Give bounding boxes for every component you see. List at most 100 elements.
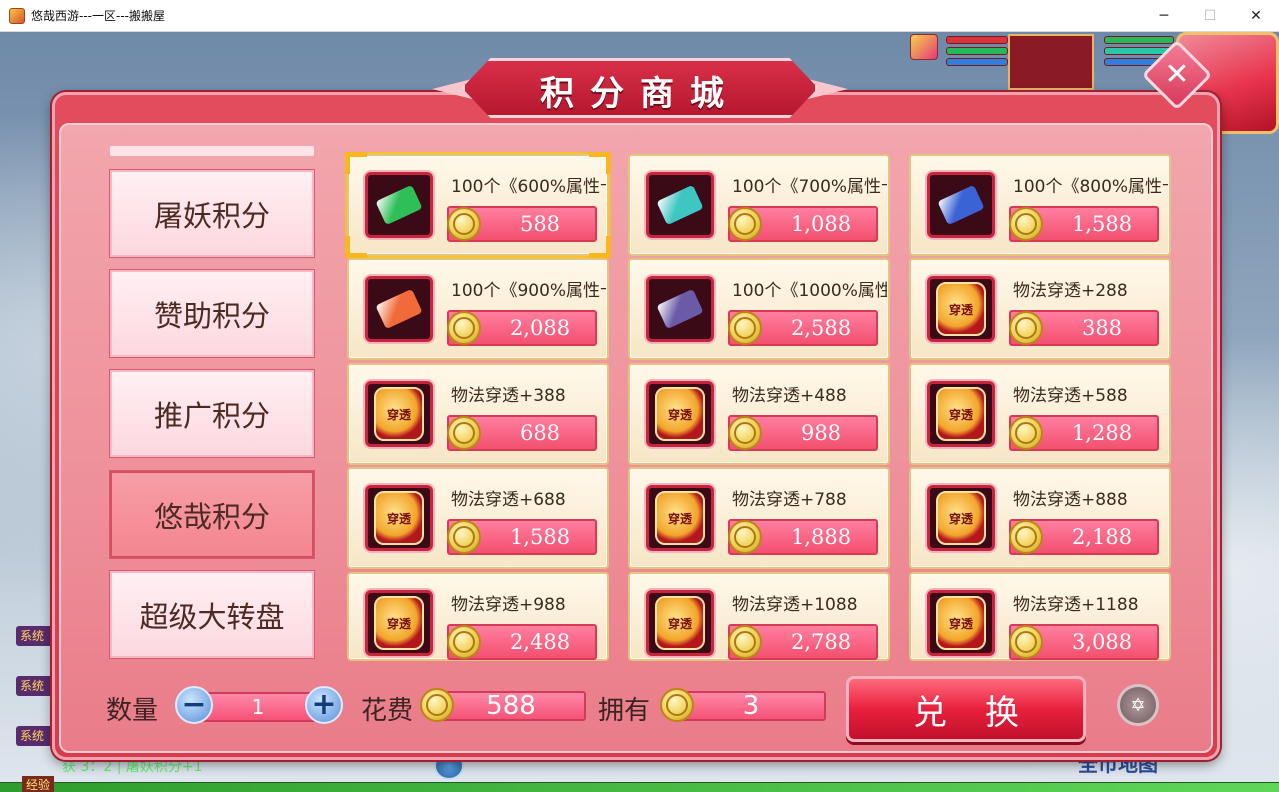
item-name: 物法穿透+888 [1013,490,1128,510]
item-card[interactable]: 穿透 物法穿透+1088 2,788 [628,572,890,661]
item-icon-frame: 穿透 [365,381,433,447]
decrease-quantity-button[interactable]: − [175,686,213,724]
player-hp-bar [1104,36,1174,44]
owned-label: 拥有 [598,696,651,726]
coin-icon [1009,520,1043,554]
coin-icon [728,520,762,554]
item-card[interactable]: 穿透 物法穿透+688 1,588 [347,467,609,569]
item-price: 988 [800,421,842,445]
item-icon-frame [927,172,995,238]
item-card[interactable]: 穿透 物法穿透+788 1,888 [628,467,890,569]
item-icon-frame: 穿透 [927,381,995,447]
penetration-token-icon: 穿透 [936,596,986,650]
coin-icon [728,625,762,659]
owned-value: 3 [742,691,760,721]
item-price: 388 [1081,316,1123,340]
item-price: 1,288 [1071,421,1133,445]
side-menu-item[interactable]: 赞助积分 [110,270,314,357]
window-close-button[interactable]: ✕ [1233,0,1279,32]
item-icon-frame: 穿透 [646,381,714,447]
item-card[interactable]: 100个《600%属性卡 588 [345,152,611,258]
item-card[interactable]: 穿透 物法穿透+888 2,188 [909,467,1171,569]
coin-icon [447,520,481,554]
item-name: 物法穿透+788 [732,490,847,510]
coin-icon [447,625,481,659]
item-price-bar: 2,488 [447,624,597,660]
item-name: 物法穿透+988 [451,595,566,615]
exchange-button[interactable]: 兑换 [846,676,1086,742]
side-menu-item[interactable]: 推广积分 [110,370,314,457]
star-icon[interactable]: ✡ [1117,684,1159,726]
item-price-bar: 2,188 [1009,519,1159,555]
item-name: 物法穿透+1188 [1013,595,1139,615]
coin-icon [447,207,481,241]
item-name: 物法穿透+588 [1013,386,1128,406]
item-price-bar: 1,088 [728,206,878,242]
item-price-bar: 2,588 [728,310,878,346]
item-icon-frame [365,276,433,342]
chat-system-tag: 系统 [16,626,56,646]
cost-bar: 588 [436,691,586,721]
item-card[interactable]: 100个《900%属性卡 2,088 [347,258,609,360]
maximize-button[interactable]: ☐ [1187,0,1233,32]
item-card[interactable]: 穿透 物法穿透+388 688 [347,363,609,465]
penetration-token-icon: 穿透 [374,596,424,650]
event-icon[interactable] [910,34,938,60]
item-price-bar: 988 [728,415,878,451]
item-price-bar: 1,588 [1009,206,1159,242]
item-card[interactable]: 穿透 物法穿透+588 1,288 [909,363,1171,465]
item-name: 100个《700%属性卡 [732,177,887,197]
selection-corner [345,152,367,174]
pet-portrait[interactable] [1008,34,1094,90]
penetration-token-icon: 穿透 [936,282,986,336]
item-icon-frame: 穿透 [646,485,714,551]
pet-exp-bar [946,58,1008,66]
item-price: 588 [519,212,561,236]
coin-icon [1009,207,1043,241]
window-title: 悠哉西游---一区---搬搬屋 [31,9,165,23]
item-icon-frame: 穿透 [927,276,995,342]
pet-hp-bar [946,36,1008,44]
item-price-bar: 2,788 [728,624,878,660]
item-price: 2,788 [790,630,852,654]
quantity-label: 数量 [106,696,159,726]
orange-scroll-icon [375,288,423,330]
pet-mp-bar [946,47,1008,55]
side-menu-item[interactable]: 超级大转盘 [110,571,314,658]
item-price-bar: 1,888 [728,519,878,555]
item-card[interactable]: 100个《700%属性卡 1,088 [628,154,890,256]
item-card[interactable]: 穿透 物法穿透+1188 3,088 [909,572,1171,661]
increase-quantity-button[interactable]: + [305,686,343,724]
chat-system-tag: 系统 [16,676,56,696]
item-price: 688 [519,421,561,445]
item-icon-frame: 穿透 [365,485,433,551]
window-titlebar: 悠哉西游---一区---搬搬屋 ─ ☐ ✕ [0,0,1279,32]
side-menu-scroll-edge [110,146,314,156]
item-card[interactable]: 穿透 物法穿透+988 2,488 [347,572,609,661]
minimize-button[interactable]: ─ [1141,0,1187,32]
selection-corner [589,152,611,174]
coin-icon [728,416,762,450]
item-card[interactable]: 穿透 物法穿透+488 988 [628,363,890,465]
item-icon-frame [646,276,714,342]
coin-icon [447,416,481,450]
coin-icon [660,688,694,722]
pet-status-bars [946,36,1008,76]
cost-label: 花费 [361,696,414,726]
item-icon-frame: 穿透 [927,485,995,551]
penetration-token-icon: 穿透 [655,491,705,545]
side-menu-item[interactable]: 悠哉积分 [110,471,314,558]
close-icon[interactable]: ✕ [1152,50,1202,100]
item-card[interactable]: 穿透 物法穿透+288 388 [909,258,1171,360]
item-name: 物法穿透+1088 [732,595,858,615]
green-scroll-icon [375,184,423,226]
item-icon-frame: 穿透 [646,590,714,656]
coin-icon [447,311,481,345]
item-card[interactable]: 100个《1000%属性卡 2,588 [628,258,890,360]
penetration-token-icon: 穿透 [374,491,424,545]
item-name: 100个《1000%属性卡 [732,281,887,301]
app-icon [9,7,25,24]
item-card[interactable]: 100个《800%属性卡 1,588 [909,154,1171,256]
item-price-bar: 1,288 [1009,415,1159,451]
side-menu-item[interactable]: 屠妖积分 [110,170,314,257]
